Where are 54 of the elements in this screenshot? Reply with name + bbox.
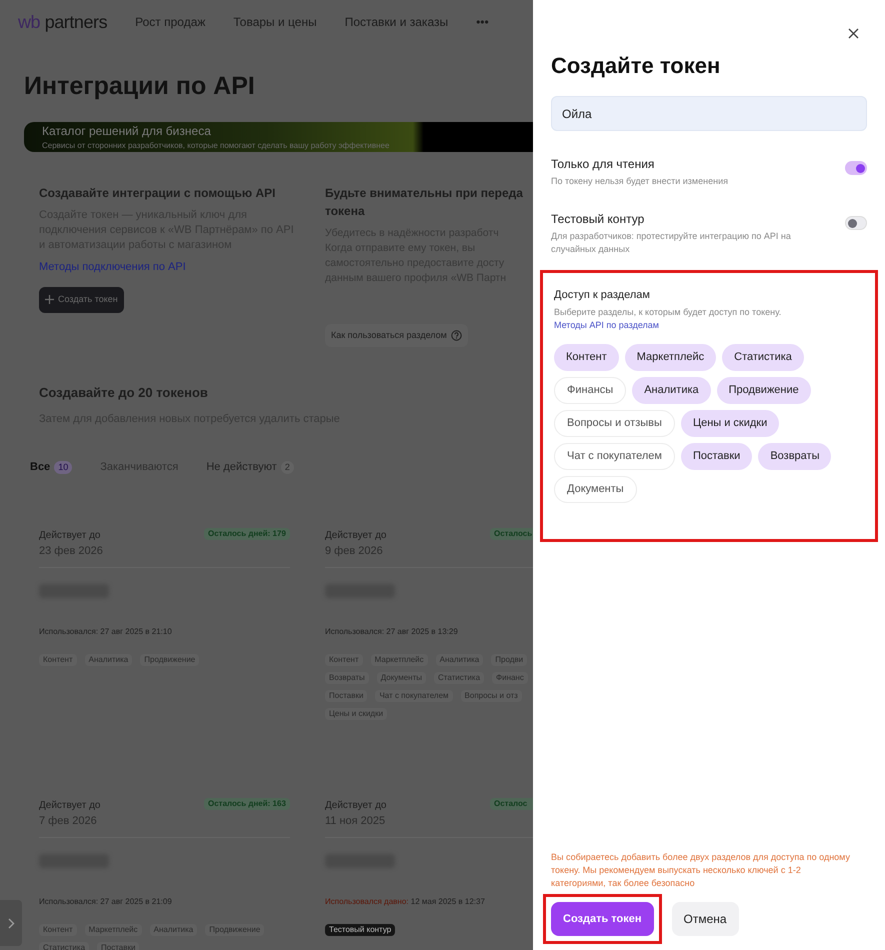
plus-icon — [45, 295, 54, 304]
banner-subtitle: Сервисы от сторонних разработчиков, которые помогают сделать вашу работу эффективнее — [42, 140, 390, 152]
count-badge: 2 — [280, 460, 294, 474]
test-tag: Тестовый контур — [325, 924, 396, 936]
section-chip[interactable]: Цены и скидки — [680, 410, 780, 436]
access-hint: Выберите разделы, к которым будет доступ по токену. Методы API по разделам — [554, 306, 782, 332]
cancel-button[interactable]: Отмена — [672, 902, 739, 936]
section-chip[interactable]: Возвраты — [758, 442, 832, 470]
last-used: Использовался: 27 авг 2025 в 13:29 — [325, 627, 458, 636]
count-badge: 10 — [54, 460, 72, 474]
panel-title: Создайте токен — [551, 52, 722, 80]
limit-title: Создавайте до 20 токенов — [39, 384, 209, 402]
section-chip[interactable]: Чат с покупателем — [554, 442, 675, 470]
last-used: Использовался: 27 авг 2025 в 21:09 — [39, 897, 172, 906]
info-title: Создавайте интеграции с помощью API — [39, 184, 276, 202]
days-left-badge: Осталось дней: 163 — [204, 798, 290, 810]
close-button[interactable] — [848, 28, 859, 39]
last-used: Использовался: 27 авг 2025 в 21:10 — [39, 627, 172, 636]
section-chip[interactable]: Маркетплейс — [624, 344, 716, 370]
warning-text: Вы собираетесь добавить более двух разделов для доступа по одному токену. Мы рекомендуем выпускать несколько ключей с 1-2 категориями, так более безопасно — [551, 851, 851, 890]
toggle-hint: По токену нельзя будет внести изменения — [551, 175, 729, 188]
section-chip[interactable]: Вопросы и отзывы — [554, 410, 675, 436]
toggle-switch[interactable] — [845, 161, 867, 175]
last-used: Использовался давно: 12 мая 2025 в 12:37 — [325, 897, 485, 906]
section-chip[interactable]: Поставки — [680, 442, 752, 470]
info-title: токена — [325, 202, 366, 220]
toggle-label: Тестовый контур — [551, 211, 646, 228]
days-left-badge: Осталось дней: 179 — [204, 528, 290, 540]
page-title: Интеграции по API — [24, 71, 256, 102]
valid-label: Действует до — [325, 528, 386, 542]
close-icon — [848, 28, 859, 39]
toggle-label: Только для чтения — [551, 156, 656, 173]
section-chip[interactable]: Финансы — [554, 376, 626, 404]
valid-label: Действует до — [39, 798, 100, 812]
days-left-badge: Осталос — [490, 798, 533, 810]
toggle-switch[interactable] — [845, 216, 867, 230]
create-token-button[interactable]: Создать токен — [551, 902, 654, 936]
section-chip[interactable]: Статистика — [722, 344, 804, 370]
section-chip[interactable]: Документы — [554, 476, 637, 502]
banner-title: Каталог решений для бизнеса — [42, 122, 212, 140]
chevron-right-icon — [8, 918, 14, 928]
toggle-hint: Для разработчиков: протестируйте интеграцию по API на случайных данных — [551, 230, 792, 256]
section-chip[interactable]: Аналитика — [632, 376, 711, 404]
days-left-badge: Осталось — [490, 528, 533, 540]
valid-label: Действует до — [39, 528, 102, 542]
api-methods-link[interactable]: Методы API по разделам — [554, 320, 659, 330]
question-icon — [450, 330, 462, 341]
section-chip[interactable]: Продвижение — [716, 376, 811, 404]
token-name-field[interactable]: Ойла — [551, 96, 867, 131]
catalog-banner[interactable]: Каталог решений для бизнеса Сервисы от сторонних разработчиков, которые помогают сделать вашу работу эффективнее — [24, 122, 533, 152]
access-title: Доступ к разделам — [554, 288, 651, 303]
info-title: Будьте внимательны при переда — [325, 184, 524, 202]
section-chip[interactable]: Контент — [554, 344, 619, 370]
valid-label: Действует до — [325, 798, 386, 812]
